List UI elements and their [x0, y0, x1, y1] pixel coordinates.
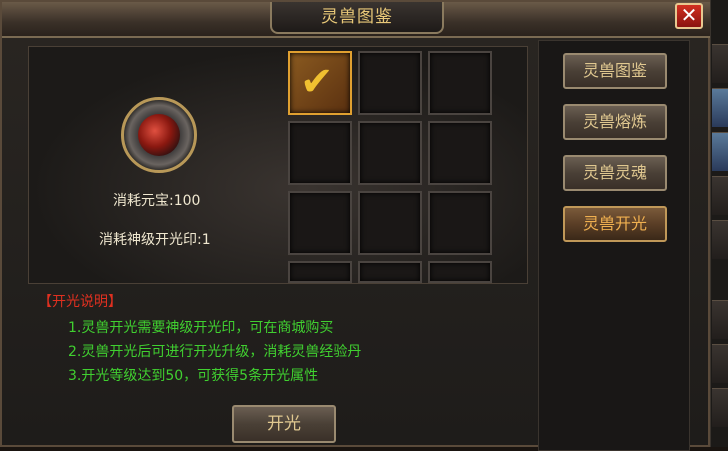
menu-pet-soul-button[interactable]: 灵兽灵魂 [563, 155, 667, 191]
description-line: 3.开光等级达到50，可获得5条开光属性 [68, 368, 319, 384]
grid-slot[interactable]: ✔ [288, 51, 352, 115]
menu-pet-consecrate-button[interactable]: 灵兽开光 [563, 206, 667, 242]
grid-slot[interactable] [428, 261, 492, 283]
right-edge-toolbar [710, 0, 728, 447]
toolbar-slot[interactable] [712, 344, 728, 383]
checkmark-icon: ✔ [300, 59, 334, 105]
pet-panel: 消耗元宝:100 消耗神级开光印:1 ✔ [28, 46, 528, 284]
menu-pet-catalog-button[interactable]: 灵兽图鉴 [563, 53, 667, 89]
description-line: 2.灵兽开光后可进行开光升级，消耗灵兽经验丹 [68, 344, 362, 360]
toolbar-slot[interactable] [712, 300, 728, 339]
toolbar-slot[interactable] [712, 176, 728, 215]
grid-slot[interactable] [358, 261, 422, 283]
grid-slot[interactable] [288, 191, 352, 255]
grid-slot[interactable] [288, 121, 352, 185]
window-title: 灵兽图鉴 [270, 2, 444, 34]
close-icon: ✕ [680, 3, 698, 27]
grid-slot[interactable] [428, 121, 492, 185]
grid-slot[interactable] [358, 51, 422, 115]
title-bar[interactable]: 灵兽图鉴 ✕ [2, 2, 712, 38]
grid-slot[interactable] [428, 51, 492, 115]
consecrate-button[interactable]: 开光 [232, 405, 336, 443]
description-title: 【开光说明】 [38, 294, 122, 310]
toolbar-slot[interactable] [712, 88, 728, 127]
pet-icon [138, 114, 180, 156]
menu-pet-smelt-button[interactable]: 灵兽熔炼 [563, 104, 667, 140]
grid-slot[interactable] [358, 191, 422, 255]
toolbar-slot[interactable] [712, 388, 728, 427]
pet-catalog-window: 灵兽图鉴 ✕ 消耗元宝:100 消耗神级开光印:1 ✔ 灵兽图鉴 灵兽熔炼 灵兽… [0, 0, 712, 451]
grid-slot[interactable] [288, 261, 352, 283]
pet-medallion[interactable] [121, 97, 197, 173]
side-menu: 灵兽图鉴 灵兽熔炼 灵兽灵魂 灵兽开光 [538, 40, 690, 451]
toolbar-slot[interactable] [712, 44, 728, 83]
toolbar-slot[interactable] [712, 132, 728, 171]
grid-slot[interactable] [428, 191, 492, 255]
seal-cost-label: 消耗神级开光印:1 [99, 232, 211, 248]
close-button[interactable]: ✕ [675, 3, 703, 29]
gold-cost-label: 消耗元宝:100 [113, 193, 201, 209]
grid-slot[interactable] [358, 121, 422, 185]
description-line: 1.灵兽开光需要神级开光印，可在商城购买 [68, 320, 334, 336]
toolbar-slot[interactable] [712, 220, 728, 259]
